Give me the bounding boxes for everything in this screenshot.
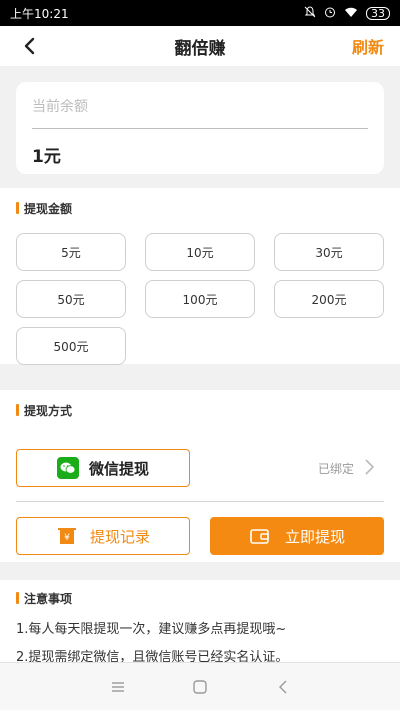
home-icon[interactable] [190,677,210,697]
status-icons: 33 [304,6,390,20]
svg-text:¥: ¥ [64,533,70,543]
page-title: 翻倍赚 [174,38,226,59]
withdraw-now-button[interactable]: 立即提现 [210,517,384,555]
amount-option[interactable]: 30元 [274,233,384,271]
notice-item: 1.每人每天限提现一次，建议赚多点再提现哦~ [16,622,287,637]
withdraw-record-button[interactable]: ¥ 提现记录 [16,517,190,555]
amount-option[interactable]: 10元 [145,233,255,271]
balance-card: 当前余额 1元 [16,82,384,174]
amount-option[interactable]: 5元 [16,233,126,271]
status-bar: 上午10:21 33 [0,0,400,26]
method-divider [16,501,384,502]
amount-option[interactable]: 50元 [16,280,126,318]
mute-icon [304,6,316,20]
balance-label: 当前余额 [32,99,88,115]
wechat-icon [56,457,79,479]
method-section-title: 提现方式 [16,402,72,419]
wifi-icon [344,6,358,20]
nav-bar: 翻倍赚 刷新 [0,26,400,66]
back-icon[interactable] [274,677,294,697]
notice-section-title: 注意事项 [16,590,72,607]
notice-section: 注意事项 1.每人每天限提现一次，建议赚多点再提现哦~ 2.提现需绑定微信，且微… [0,580,400,665]
battery-icon: 33 [366,6,390,20]
refresh-button[interactable]: 刷新 [352,34,384,58]
menu-icon[interactable] [108,677,128,697]
amount-option[interactable]: 500元 [16,327,126,365]
wechat-withdraw-button[interactable]: 微信提现 [16,449,190,487]
wechat-withdraw-label: 微信提现 [88,459,149,478]
amount-section: 提现金额 5元 10元 30元 50元 100元 200元 500元 [0,188,400,365]
amount-option[interactable]: 100元 [145,280,255,318]
alarm-icon [324,6,336,20]
system-nav-bar [0,662,400,710]
back-arrow-icon[interactable] [18,34,42,58]
method-section: 提现方式 微信提现 已绑定 ¥ 提现记录 立即提现 [0,390,400,562]
status-time: 上午10:21 [10,6,69,21]
amount-option[interactable]: 200元 [274,280,384,318]
wallet-icon [250,529,269,544]
amount-section-title: 提现金额 [16,200,72,217]
chevron-right-icon[interactable] [362,458,376,476]
balance-divider [32,128,368,129]
receipt-icon: ¥ [57,528,76,544]
bound-status: 已绑定 [317,462,354,476]
withdraw-record-label: 提现记录 [89,527,150,546]
withdraw-now-label: 立即提现 [284,527,345,546]
balance-value: 1元 [32,147,61,167]
